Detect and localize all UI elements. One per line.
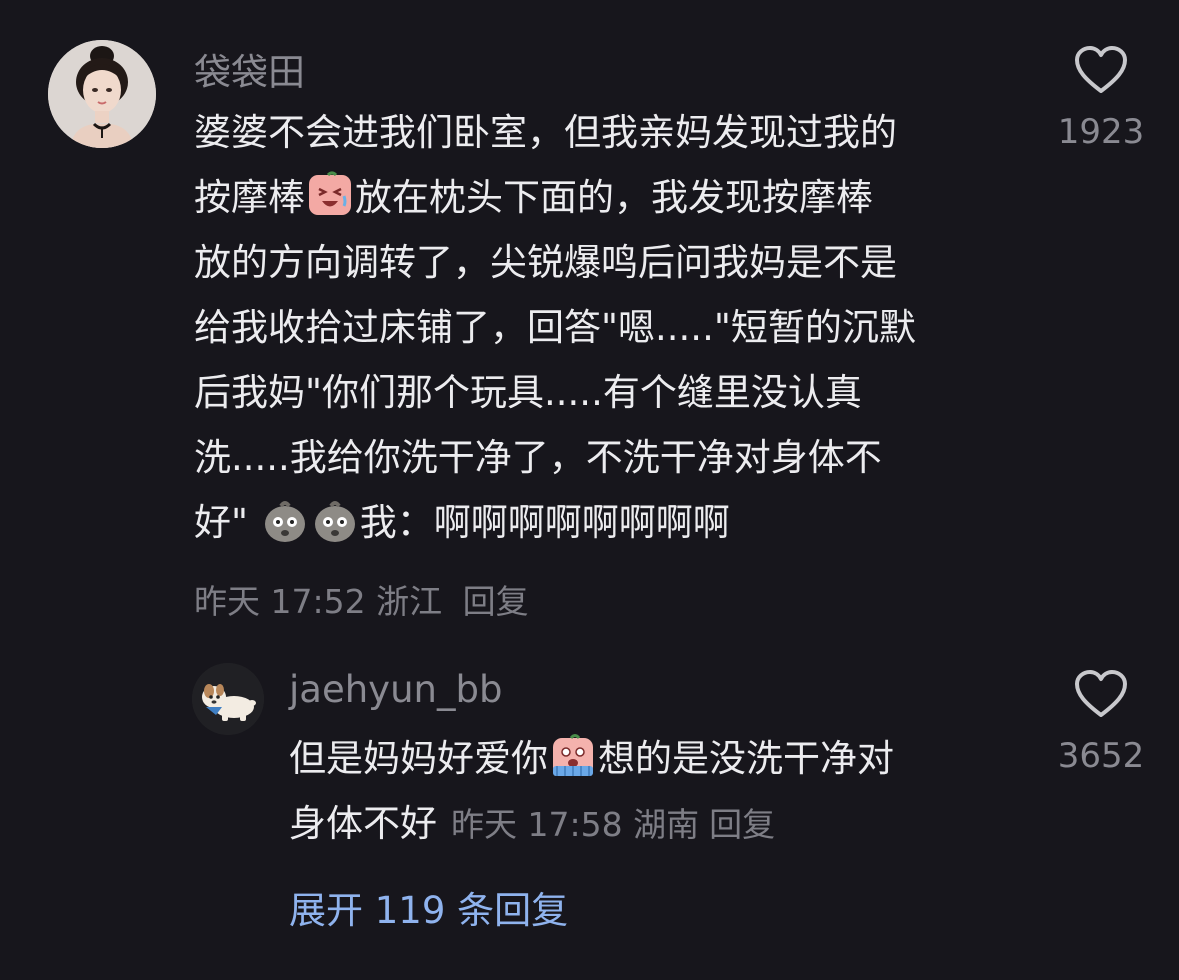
reply-text-segment: 想的是没洗干净对 bbox=[598, 737, 894, 780]
avatar-dog-image bbox=[192, 663, 264, 735]
reply-avatar[interactable] bbox=[192, 663, 264, 735]
reply-line-with-emoji: 但是妈妈好爱你 想的是没洗干净对 bbox=[289, 726, 1009, 791]
comment-item: 袋袋田 婆婆不会进我们卧室，但我亲妈发现过我的 按摩棒 放在枕头下面的，我发现按… bbox=[0, 0, 1179, 640]
comment-location: 浙江 bbox=[376, 582, 443, 621]
comment-line: 后我妈"你们那个玩具.....有个缝里没认真 bbox=[194, 371, 862, 414]
reply-text: 但是妈妈好爱你 想的是没洗干净对 身体不好 昨天 17:58 湖南 回复 bbox=[289, 726, 1009, 857]
reply-text-segment: 身体不好 bbox=[289, 802, 437, 845]
reply-like-count: 3652 bbox=[1057, 736, 1145, 776]
comment-time: 昨天 17:52 bbox=[194, 582, 366, 621]
shocked-potato-emoji-icon bbox=[311, 496, 359, 544]
reply-username[interactable]: jaehyun_bb bbox=[289, 668, 502, 711]
comment-line-with-emoji: 按摩棒 放在枕头下面的，我发现按摩棒 bbox=[194, 165, 1024, 230]
comment-text-segment: 放在枕头下面的，我发现按摩棒 bbox=[355, 176, 873, 219]
expand-replies-link[interactable]: 展开 119 条回复 bbox=[289, 880, 568, 934]
reply-meta: 昨天 17:58 湖南 回复 bbox=[451, 805, 775, 844]
comment-username[interactable]: 袋袋田 bbox=[194, 42, 305, 96]
heart-outline-icon bbox=[1075, 46, 1127, 93]
reply-button[interactable]: 回复 bbox=[463, 582, 529, 621]
reply-time: 昨天 17:58 bbox=[451, 805, 623, 844]
like-count: 1923 bbox=[1057, 112, 1145, 152]
scared-face-emoji-icon bbox=[549, 732, 597, 780]
comment-line: 给我收拾过床铺了，回答"嗯....."短暂的沉默 bbox=[194, 306, 916, 349]
avatar-portrait-image bbox=[48, 40, 156, 148]
reply-button[interactable]: 回复 bbox=[709, 805, 775, 844]
avatar[interactable] bbox=[48, 40, 156, 148]
reply-line-with-meta: 身体不好 昨天 17:58 湖南 回复 bbox=[289, 791, 1009, 857]
reply-text-segment: 但是妈妈好爱你 bbox=[289, 737, 548, 780]
comment-line: 婆婆不会进我们卧室，但我亲妈发现过我的 bbox=[194, 111, 897, 154]
reply-location: 湖南 bbox=[633, 805, 700, 844]
like-button[interactable]: 1923 bbox=[1046, 44, 1156, 152]
crying-face-emoji-icon bbox=[306, 171, 354, 219]
comment-text-segment: 按摩棒 bbox=[194, 176, 305, 219]
comment-text-segment: 我：啊啊啊啊啊啊啊啊 bbox=[359, 501, 730, 544]
comment-text-segment: 好" bbox=[194, 501, 260, 544]
comment-text: 婆婆不会进我们卧室，但我亲妈发现过我的 按摩棒 放在枕头下面的，我发现按摩棒 放… bbox=[194, 100, 1024, 555]
reply-like-button[interactable]: 3652 bbox=[1046, 668, 1156, 776]
comment-line: 洗.....我给你洗干净了，不洗干净对身体不 bbox=[194, 436, 882, 479]
comment-line-with-emoji: 好" 我：啊啊啊啊啊啊啊啊 bbox=[194, 490, 1024, 555]
comment-meta: 昨天 17:52 浙江 回复 bbox=[194, 575, 529, 623]
shocked-potato-emoji-icon bbox=[261, 496, 309, 544]
heart-outline-icon bbox=[1075, 670, 1127, 717]
comment-line: 放的方向调转了，尖锐爆鸣后问我妈是不是 bbox=[194, 241, 897, 284]
